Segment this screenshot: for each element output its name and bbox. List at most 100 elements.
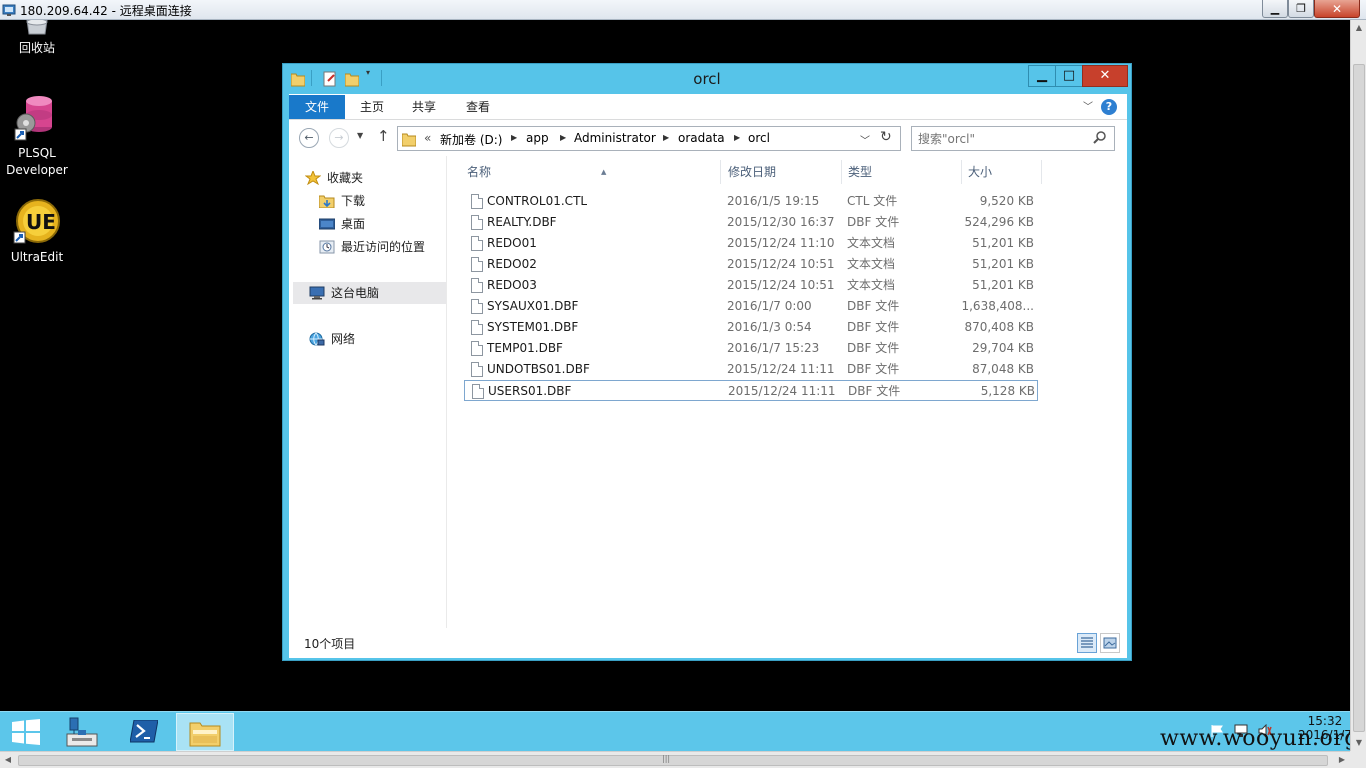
table-row[interactable]: REDO01 2015/12/24 11:10 文本文档 51,201 KB <box>464 233 1038 254</box>
desktop-icon-recycle-bin[interactable]: 回收站 <box>0 20 74 62</box>
chevron-right-icon[interactable]: ▶ <box>663 133 669 142</box>
column-label: 类型 <box>848 165 873 179</box>
table-row[interactable]: REDO02 2015/12/24 10:51 文本文档 51,201 KB <box>464 254 1038 275</box>
nav-downloads[interactable]: 下载 <box>319 190 439 212</box>
powershell-button[interactable] <box>116 713 174 751</box>
details-view-button[interactable] <box>1077 633 1097 653</box>
column-header-type[interactable]: 类型 <box>842 160 962 184</box>
address-dropdown-icon[interactable]: ﹀ <box>860 132 870 147</box>
desktop-icon-plsql-developer[interactable]: PLSQL Developer <box>0 93 74 183</box>
file-type: DBF 文件 <box>847 341 900 355</box>
minimize-button[interactable]: ▁ <box>1028 65 1056 87</box>
vertical-scrollbar[interactable]: ▲ ▼ <box>1350 20 1366 751</box>
scroll-grip-icon: ||| <box>662 754 671 763</box>
windows-logo-icon <box>12 719 40 745</box>
help-icon[interactable]: ? <box>1101 99 1117 115</box>
nav-this-pc[interactable]: 这台电脑 <box>293 282 446 304</box>
breadcrumb-drive[interactable]: 新加卷 (D:) <box>440 131 502 148</box>
nav-network[interactable]: 网络 <box>309 328 429 350</box>
star-icon <box>305 171 321 185</box>
chevron-right-icon[interactable]: ▶ <box>511 133 517 142</box>
svg-text:UE: UE <box>26 210 56 234</box>
close-button[interactable]: ✕ <box>1082 65 1128 87</box>
tab-file[interactable]: 文件 <box>289 95 345 119</box>
file-size: 29,704 KB <box>972 341 1034 355</box>
rdp-title-bar: 180.209.64.42 - 远程桌面连接 ▁ ❐ ✕ <box>0 0 1366 20</box>
file-size: 51,201 KB <box>972 257 1034 271</box>
watermark: www.wooyun.org <box>1160 726 1359 751</box>
scroll-thumb[interactable] <box>1353 64 1365 732</box>
file-date: 2015/12/24 11:11 <box>727 362 835 376</box>
breadcrumb-overflow[interactable]: « <box>424 131 431 145</box>
column-header-date[interactable]: 修改日期 <box>722 160 842 184</box>
search-box[interactable] <box>911 126 1115 151</box>
file-name: CONTROL01.CTL <box>487 194 588 208</box>
column-header-size[interactable]: 大小 <box>962 160 1042 184</box>
table-row[interactable]: REDO03 2015/12/24 10:51 文本文档 51,201 KB <box>464 275 1038 296</box>
tab-home[interactable]: 主页 <box>349 95 395 119</box>
downloads-folder-icon <box>319 195 335 208</box>
desktop-icon <box>319 218 335 230</box>
file-name: SYSTEM01.DBF <box>487 320 579 334</box>
scrollbar-corner <box>1350 751 1366 768</box>
table-row[interactable]: SYSTEM01.DBF 2016/1/3 0:54 DBF 文件 870,408 K… <box>464 317 1038 338</box>
window-title: orcl <box>693 70 721 88</box>
nav-label: 这台电脑 <box>331 286 380 300</box>
horizontal-scrollbar[interactable]: ◀ ||| ▶ <box>0 751 1350 768</box>
table-row[interactable]: UNDOTBS01.DBF 2015/12/24 11:11 DBF 文件 87,04… <box>464 359 1038 380</box>
rdp-close-button[interactable]: ✕ <box>1314 0 1360 18</box>
file-explorer-taskbar-button[interactable] <box>176 713 234 751</box>
file-icon <box>471 194 483 209</box>
recent-locations-icon[interactable]: ▼ <box>357 131 363 140</box>
table-row[interactable]: REALTY.DBF 2015/12/30 16:37 DBF 文件 524,296 … <box>464 212 1038 233</box>
minimize-icon: ▁ <box>1037 68 1047 83</box>
search-icon[interactable] <box>1092 130 1108 146</box>
scroll-thumb[interactable] <box>18 755 1328 766</box>
tab-view[interactable]: 查看 <box>455 95 501 119</box>
forward-button[interactable]: → <box>329 128 349 148</box>
scroll-left-icon[interactable]: ◀ <box>0 752 16 768</box>
scroll-down-icon[interactable]: ▼ <box>1351 735 1366 751</box>
breadcrumb-app[interactable]: app <box>526 131 549 145</box>
table-row[interactable]: SYSAUX01.DBF 2016/1/7 0:00 DBF 文件 1,638,408… <box>464 296 1038 317</box>
nav-recent-places[interactable]: 最近访问的位置 <box>319 236 445 258</box>
chevron-right-icon[interactable]: ▶ <box>734 133 740 142</box>
breadcrumb-orcl[interactable]: orcl <box>748 131 770 145</box>
recycle-bin-icon <box>26 20 48 35</box>
address-bar[interactable]: « 新加卷 (D:) ▶ app ▶ Administrator ▶ orada… <box>397 126 901 151</box>
refresh-icon[interactable]: ↻ <box>880 129 892 145</box>
column-header-name[interactable]: 名称 ▲ <box>461 160 721 184</box>
close-icon: ✕ <box>1099 68 1111 83</box>
server-manager-button[interactable] <box>58 713 116 751</box>
table-row-selected[interactable]: USERS01.DBF 2015/12/24 11:11 DBF 文件 5,128 K… <box>464 380 1038 401</box>
maximize-button[interactable]: □ <box>1055 65 1083 87</box>
start-button[interactable] <box>0 713 58 751</box>
nav-favorites[interactable]: 收藏夹 <box>305 167 435 189</box>
file-type: 文本文档 <box>847 236 896 250</box>
file-icon <box>471 257 483 272</box>
breadcrumb-oradata[interactable]: oradata <box>678 131 725 145</box>
file-type: CTL 文件 <box>847 194 898 208</box>
back-button[interactable]: ← <box>299 128 319 148</box>
file-size: 87,048 KB <box>972 362 1034 376</box>
expand-ribbon-icon[interactable]: ﹀ <box>1083 98 1093 113</box>
scroll-right-icon[interactable]: ▶ <box>1334 752 1350 768</box>
tab-share[interactable]: 共享 <box>401 95 447 119</box>
file-date: 2016/1/7 0:00 <box>727 299 812 313</box>
column-label: 大小 <box>968 165 993 179</box>
search-input[interactable] <box>918 130 1088 148</box>
breadcrumb-administrator[interactable]: Administrator <box>574 131 656 145</box>
nav-desktop[interactable]: 桌面 <box>319 213 439 235</box>
ribbon-tabs: 文件 主页 共享 查看 ﹀ ? <box>289 94 1127 120</box>
up-arrow-icon[interactable]: ↑ <box>377 127 390 145</box>
desktop-icon-ultraedit[interactable]: UE UltraEdit <box>0 198 74 268</box>
rdp-minimize-button[interactable]: ▁ <box>1262 0 1288 18</box>
file-date: 2015/12/24 11:11 <box>728 384 836 398</box>
rdp-restore-button[interactable]: ❐ <box>1288 0 1314 18</box>
scroll-up-icon[interactable]: ▲ <box>1351 20 1366 36</box>
window-title-bar[interactable]: ▾ orcl ▁ □ ✕ <box>283 64 1131 94</box>
table-row[interactable]: TEMP01.DBF 2016/1/7 15:23 DBF 文件 29,704 KB <box>464 338 1038 359</box>
large-icons-view-button[interactable] <box>1100 633 1120 653</box>
chevron-right-icon[interactable]: ▶ <box>560 133 566 142</box>
table-row[interactable]: CONTROL01.CTL 2016/1/5 19:15 CTL 文件 9,520 K… <box>464 191 1038 212</box>
